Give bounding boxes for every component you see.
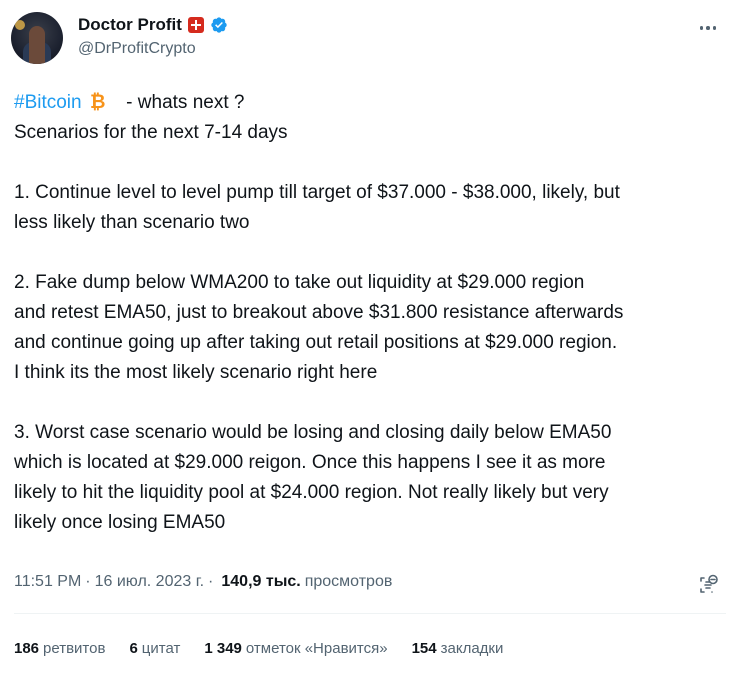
bookmarks-label: закладки: [440, 640, 504, 657]
tweet-line: [14, 148, 729, 178]
tweet-line: and continue going up after taking out r…: [14, 332, 618, 353]
tweet-time[interactable]: 11:51 PM: [14, 573, 81, 591]
tweet-headline: #Bitcoin ₿ - whats next ?: [14, 88, 729, 118]
quotes-stat[interactable]: 6 цитат: [129, 640, 180, 657]
tweet-line: likely to hit the liquidity pool at $24.…: [14, 482, 609, 503]
tweet-line: less likely than scenario two: [14, 212, 250, 233]
tweet-line: 3. Worst case scenario would be losing a…: [14, 422, 612, 443]
bookmarks-count: 154: [411, 640, 437, 657]
retweets-stat[interactable]: 186 ретвитов: [14, 640, 105, 657]
verified-badge-icon: [211, 17, 227, 33]
meta-separator: ·: [85, 573, 91, 590]
tweet-date[interactable]: 16 июл. 2023 г.: [95, 573, 204, 591]
bitcoin-icon: ₿: [90, 91, 105, 111]
retweets-label: ретвитов: [43, 640, 106, 657]
more-options-icon[interactable]: [698, 18, 718, 38]
avatar[interactable]: [11, 12, 63, 64]
post-analytics-icon[interactable]: [696, 573, 720, 597]
likes-label: отметок «Нравится»: [245, 640, 388, 657]
tweet-line: likely once losing EMA50: [14, 512, 226, 533]
svg-text:₿: ₿: [90, 91, 105, 111]
quotes-count: 6: [129, 640, 138, 657]
tweet-line: which is located at $29.000 reigon. Once…: [14, 452, 606, 473]
tweet-line: and retest EMA50, just to breakout above…: [14, 302, 624, 323]
tweet-line: [14, 238, 729, 268]
author-name[interactable]: Doctor Profit: [78, 15, 182, 35]
quotes-label: цитат: [141, 640, 181, 657]
meta-separator: ·: [208, 573, 214, 590]
tweet-meta: 11:51 PM · 16 июл. 2023 г. · 140,9 тыс. …: [14, 573, 392, 591]
headline-rest: - whats next ?: [126, 92, 245, 113]
divider: [14, 613, 726, 614]
likes-stat[interactable]: 1 349 отметок «Нравится»: [204, 640, 387, 657]
bitcoin-hashtag-link[interactable]: #Bitcoin: [14, 92, 82, 113]
avatar-light: [15, 20, 25, 30]
tweet-line: I think its the most likely scenario rig…: [14, 362, 378, 383]
tweet-text: #Bitcoin ₿ - whats next ? Scenarios for …: [14, 88, 729, 538]
avatar-figure: [29, 26, 45, 64]
tweet-header: Doctor Profit @DrProfitCrypto: [11, 10, 726, 66]
views-label: просмотров: [304, 573, 393, 590]
bookmarks-stat[interactable]: 154 закладки: [412, 640, 504, 657]
author-name-row[interactable]: Doctor Profit: [78, 15, 228, 35]
swiss-flag-icon: [187, 17, 204, 33]
tweet-line: 1. Continue level to level pump till tar…: [14, 182, 620, 203]
likes-count: 1 349: [204, 640, 242, 657]
views-count: 140,9 тыс.: [221, 573, 301, 590]
tweet-line: [14, 388, 729, 418]
author-handle[interactable]: @DrProfitCrypto: [78, 40, 196, 58]
engagement-stats: 186 ретвитов 6 цитат 1 349 отметок «Нравитс…: [14, 640, 527, 657]
tweet-line: 2. Fake dump below WMA200 to take out li…: [14, 272, 585, 293]
tweet-line: Scenarios for the next 7-14 days: [14, 122, 288, 143]
retweets-count: 186: [14, 640, 40, 657]
